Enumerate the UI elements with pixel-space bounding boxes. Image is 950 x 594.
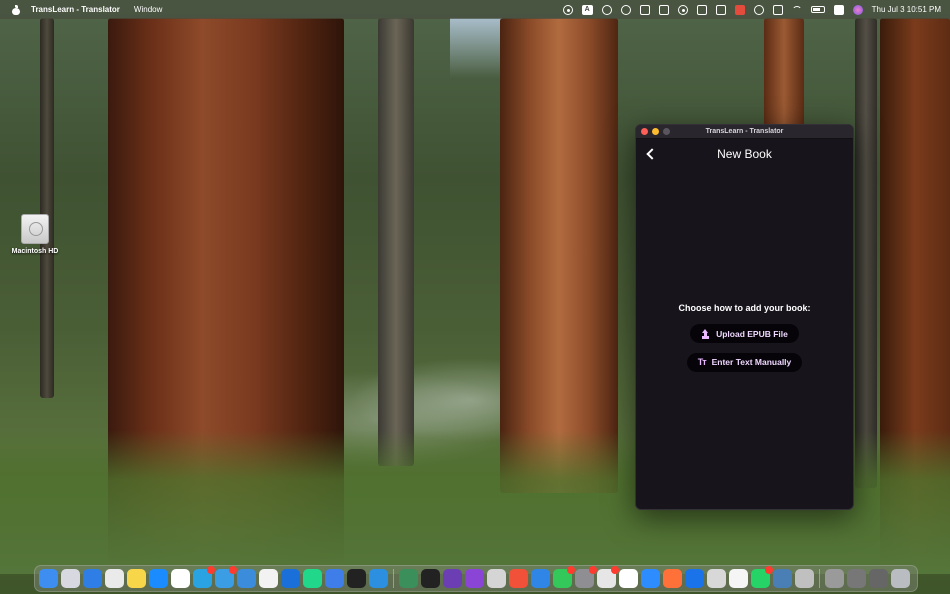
download-icon[interactable] xyxy=(658,4,669,15)
dock-messages-icon[interactable] xyxy=(553,566,575,588)
dock-telegram-icon[interactable] xyxy=(193,566,215,588)
dock-maps-icon[interactable] xyxy=(325,569,344,588)
window-title: TransLearn - Translator xyxy=(705,128,784,135)
menu-app-name[interactable]: TransLearn - Translator xyxy=(31,5,120,14)
notification-badge xyxy=(229,566,237,574)
dock-whatsapp-icon[interactable] xyxy=(751,566,773,588)
dock-safari-icon[interactable] xyxy=(83,569,102,588)
dock-xcode-icon[interactable] xyxy=(237,569,256,588)
dock-calendar-icon[interactable] xyxy=(171,569,190,588)
dock xyxy=(34,565,918,592)
night-shift-icon[interactable] xyxy=(620,4,631,15)
dock-separator xyxy=(819,569,820,588)
dock-downloads-stack-icon[interactable] xyxy=(825,569,844,588)
wallpaper-tree xyxy=(378,18,414,466)
wallpaper-tree xyxy=(855,18,877,488)
notification-icon[interactable] xyxy=(753,4,764,15)
dock-yandex-icon[interactable] xyxy=(619,569,638,588)
dock-documents-stack-icon[interactable] xyxy=(869,569,888,588)
dock-preview-icon[interactable] xyxy=(531,569,550,588)
dock-pencil-icon[interactable] xyxy=(487,569,506,588)
dock-telegram-desktop-icon[interactable] xyxy=(215,566,237,588)
chat-icon[interactable] xyxy=(562,4,573,15)
dock-app-store-icon[interactable] xyxy=(149,569,168,588)
dock-separator xyxy=(393,569,394,588)
dock-slack-icon[interactable] xyxy=(597,566,619,588)
dock-disk-utility-icon[interactable] xyxy=(707,569,726,588)
dock-podcasts-icon[interactable] xyxy=(465,569,484,588)
dock-keka-icon[interactable] xyxy=(795,569,814,588)
desktop-icon-label: Macintosh HD xyxy=(11,248,59,255)
page-title: New Book xyxy=(717,147,772,161)
dock-vscode-icon[interactable] xyxy=(369,569,388,588)
wallpaper-tree xyxy=(40,18,54,398)
dock-unity-icon[interactable] xyxy=(347,569,366,588)
desktop-icon-macintosh-hd[interactable]: Macintosh HD xyxy=(8,214,62,255)
menu-bar-status-area: A Thu Jul 3 10:51 PM xyxy=(562,4,950,15)
upload-icon xyxy=(701,329,710,338)
keyboard-input-icon[interactable]: A xyxy=(581,4,593,15)
add-book-options: Choose how to add your book: Upload EPUB… xyxy=(636,303,853,381)
dock-textedit-icon[interactable] xyxy=(729,569,748,588)
upload-epub-label: Upload EPUB File xyxy=(716,328,788,339)
dock-settings-icon[interactable] xyxy=(575,566,597,588)
wallpaper-tree xyxy=(500,18,618,493)
cursor-icon[interactable] xyxy=(715,4,726,15)
dock-launchpad-icon[interactable] xyxy=(61,569,80,588)
siri-icon[interactable] xyxy=(852,4,863,15)
play-icon[interactable] xyxy=(677,4,688,15)
apple-menu-icon[interactable] xyxy=(11,4,21,15)
dock-chatgpt-icon[interactable] xyxy=(259,569,278,588)
dock-tor-icon[interactable] xyxy=(443,569,462,588)
bluetooth-icon[interactable] xyxy=(772,4,783,15)
dock-terminal-icon[interactable] xyxy=(421,569,440,588)
upload-epub-button[interactable]: Upload EPUB File xyxy=(690,324,799,343)
dock-firefox-icon[interactable] xyxy=(663,569,682,588)
menu-window[interactable]: Window xyxy=(134,5,162,14)
dock-cursor-icon[interactable] xyxy=(399,569,418,588)
window-titlebar[interactable]: TransLearn - Translator xyxy=(636,125,853,139)
control-center-icon[interactable] xyxy=(833,4,844,15)
screen-share-icon[interactable] xyxy=(696,4,707,15)
wifi-icon[interactable] xyxy=(791,6,802,13)
dock-trello-icon[interactable] xyxy=(281,569,300,588)
menu-bar: TransLearn - Translator Window A Thu Jul… xyxy=(0,0,950,19)
dock-screenshots-stack-icon[interactable] xyxy=(847,569,866,588)
dock-quicktime-icon[interactable] xyxy=(773,569,792,588)
dock-1password-icon[interactable] xyxy=(685,569,704,588)
dock-finder-icon[interactable] xyxy=(39,569,58,588)
search-icon[interactable] xyxy=(601,4,612,15)
add-book-prompt: Choose how to add your book: xyxy=(678,303,811,313)
translearn-window: TransLearn - Translator New Book Choose … xyxy=(635,124,854,510)
battery-icon[interactable] xyxy=(810,6,825,13)
dock-trash-icon[interactable] xyxy=(891,569,910,588)
dock-zoom-icon[interactable] xyxy=(641,569,660,588)
record-icon[interactable] xyxy=(734,4,745,15)
notification-badge xyxy=(589,566,597,574)
notification-badge xyxy=(567,566,575,574)
text-format-icon: Tт xyxy=(697,357,707,367)
cat-icon[interactable] xyxy=(639,4,650,15)
notification-badge xyxy=(765,566,773,574)
menu-bar-clock[interactable]: Thu Jul 3 10:51 PM xyxy=(872,5,941,14)
wallpaper-tree xyxy=(764,18,804,128)
dock-notes-icon[interactable] xyxy=(127,569,146,588)
app-header: New Book xyxy=(636,139,853,169)
dock-pycharm-icon[interactable] xyxy=(303,569,322,588)
enter-text-manually-label: Enter Text Manually xyxy=(711,357,792,367)
dock-chrome-icon[interactable] xyxy=(105,569,124,588)
hard-drive-icon xyxy=(21,214,49,244)
dock-swift-icon[interactable] xyxy=(509,569,528,588)
notification-badge xyxy=(611,566,619,574)
notification-badge xyxy=(207,566,215,574)
enter-text-manually-button[interactable]: Tт Enter Text Manually xyxy=(686,352,803,372)
